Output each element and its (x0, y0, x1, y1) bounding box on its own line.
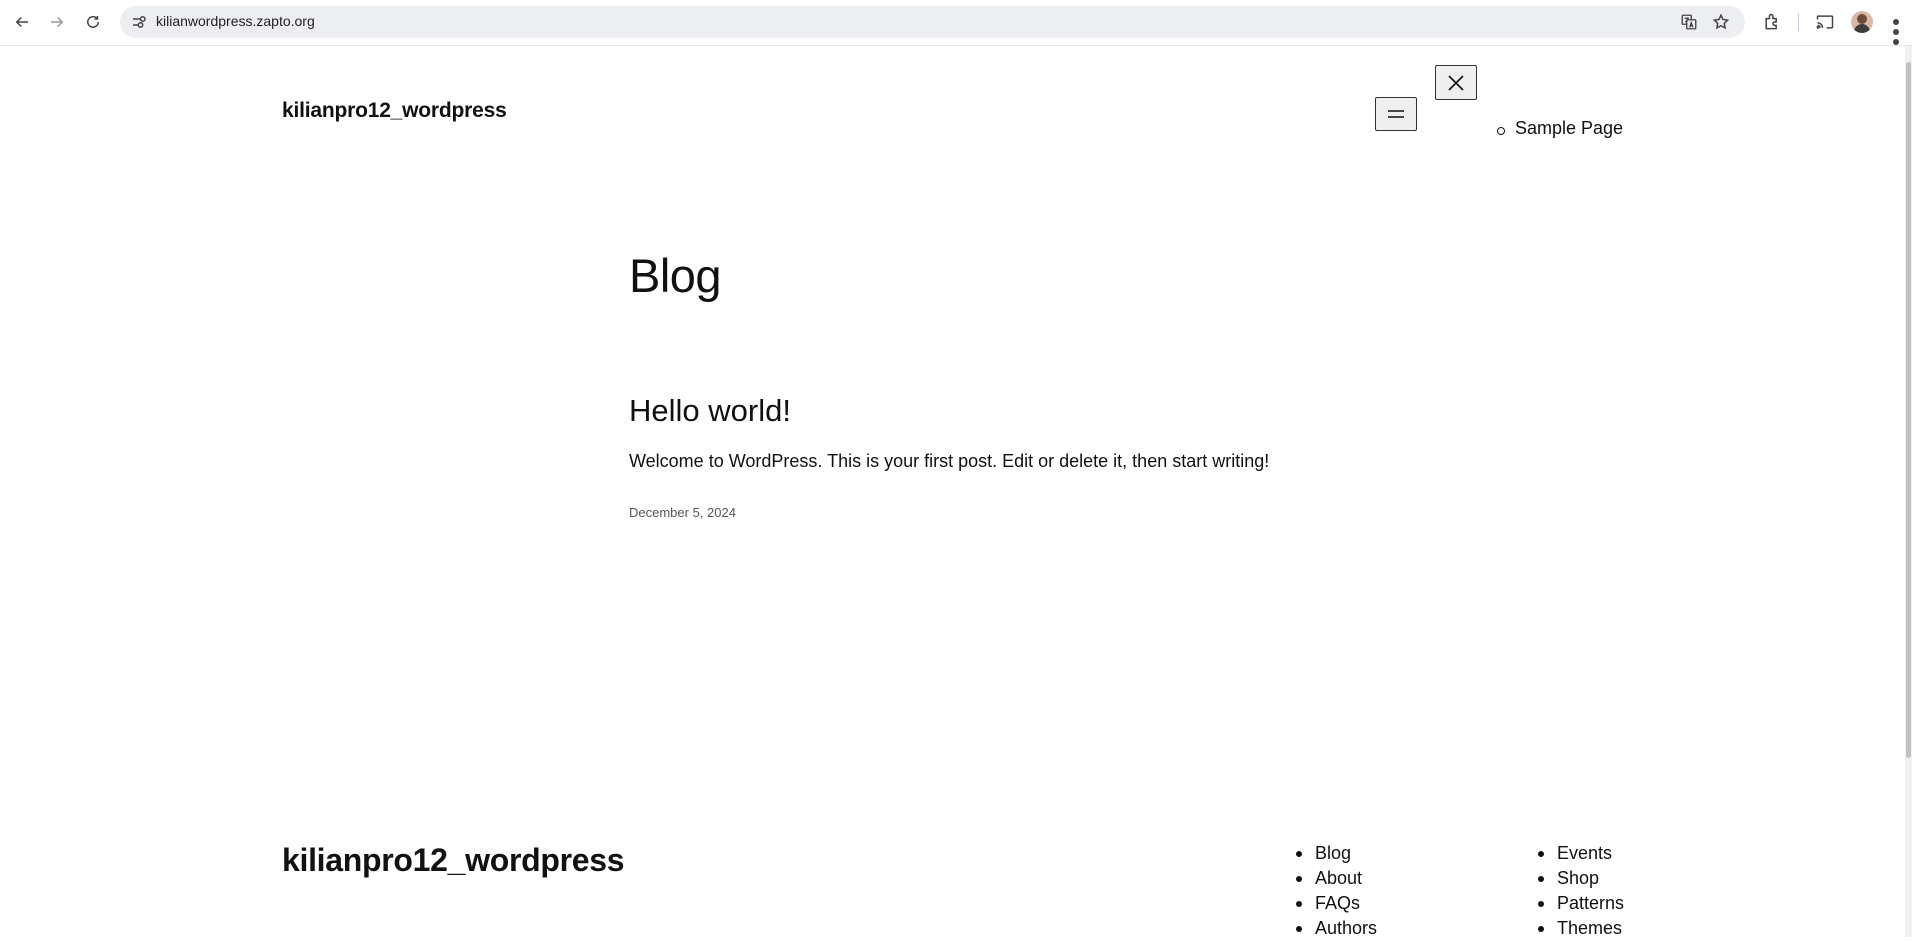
footer-nav-column-2: Events Shop Patterns Themes (1538, 841, 1624, 941)
post-title-link[interactable]: Hello world! (629, 393, 791, 429)
cast-icon[interactable] (1815, 12, 1835, 32)
address-bar[interactable]: kilianwordpress.zapto.org (120, 6, 1745, 38)
footer-link-label[interactable]: Shop (1557, 868, 1599, 888)
back-arrow-icon[interactable] (9, 9, 35, 35)
footer-link-label[interactable]: Patterns (1557, 893, 1624, 913)
browser-toolbar: kilianwordpress.zapto.org (0, 0, 1912, 46)
footer-link-about[interactable]: About (1296, 866, 1377, 891)
footer-site-title[interactable]: kilianpro12_wordpress (282, 842, 625, 879)
more-menu-icon[interactable] (1891, 12, 1901, 45)
overlay-menu: Sample Page (1497, 118, 1623, 139)
translate-icon[interactable] (1680, 13, 1698, 31)
footer-link-patterns[interactable]: Patterns (1538, 891, 1624, 916)
close-menu-button[interactable] (1435, 65, 1477, 100)
footer-link-label[interactable]: About (1315, 868, 1362, 888)
footer-link-label[interactable]: Blog (1315, 843, 1351, 863)
footer-link-events[interactable]: Events (1538, 841, 1624, 866)
overlay-menu-item-sample-page[interactable]: Sample Page (1497, 118, 1623, 139)
footer-link-shop[interactable]: Shop (1538, 866, 1624, 891)
footer-link-label[interactable]: Themes (1557, 918, 1622, 938)
footer-link-label[interactable]: Events (1557, 843, 1612, 863)
bookmark-star-icon[interactable] (1712, 13, 1730, 31)
footer-link-themes[interactable]: Themes (1538, 916, 1624, 941)
post-date[interactable]: December 5, 2024 (629, 505, 736, 520)
post-excerpt: Welcome to WordPress. This is your first… (629, 451, 1270, 471)
footer-nav-column-1: Blog About FAQs Authors (1296, 841, 1377, 941)
toolbar-divider (1798, 13, 1799, 31)
hamburger-icon (1388, 110, 1404, 118)
site-title[interactable]: kilianpro12_wordpress (282, 99, 507, 123)
footer-link-label[interactable]: FAQs (1315, 893, 1360, 913)
profile-avatar[interactable] (1851, 11, 1873, 33)
url-text[interactable]: kilianwordpress.zapto.org (156, 13, 315, 29)
page-title: Blog (629, 249, 722, 302)
footer-link-faqs[interactable]: FAQs (1296, 891, 1377, 916)
site-info-icon[interactable] (130, 13, 148, 31)
footer-link-blog[interactable]: Blog (1296, 841, 1377, 866)
extensions-icon[interactable] (1762, 12, 1782, 32)
footer-link-label[interactable]: Authors (1315, 918, 1377, 938)
scrollbar-thumb[interactable] (1906, 62, 1911, 758)
reload-icon[interactable] (80, 9, 106, 35)
footer-link-authors[interactable]: Authors (1296, 916, 1377, 941)
close-icon (1448, 74, 1464, 91)
open-menu-button[interactable] (1375, 97, 1417, 131)
forward-arrow-icon[interactable] (44, 9, 70, 35)
